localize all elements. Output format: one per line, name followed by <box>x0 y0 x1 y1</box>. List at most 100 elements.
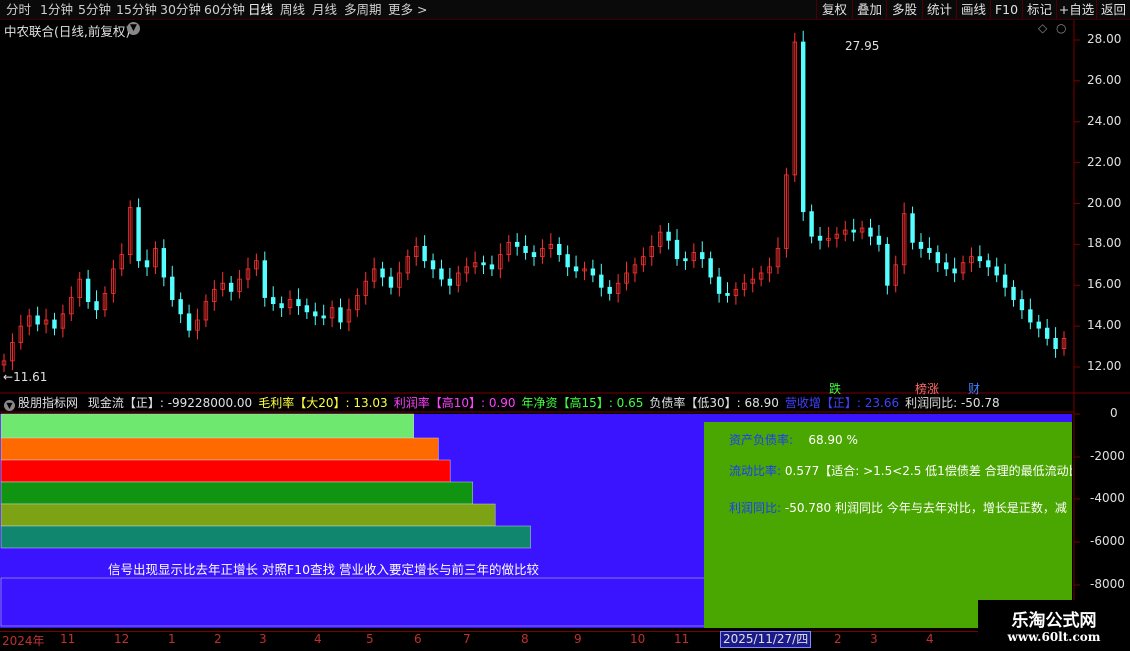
candle-body-66 <box>557 243 562 255</box>
candle-body-40 <box>338 307 343 323</box>
candle-body-125 <box>1053 337 1058 350</box>
chevron-down-icon[interactable]: ▼ <box>127 22 140 35</box>
candle-body-123 <box>1036 321 1041 329</box>
candle-body-32 <box>271 297 276 305</box>
date-tick-11: 9 <box>574 632 582 646</box>
candle-body-86 <box>725 293 730 296</box>
candle-body-83 <box>700 252 705 260</box>
candle-body-58 <box>489 264 495 270</box>
candle-body-101 <box>851 229 856 233</box>
price-tick-1: 26.00 <box>1087 72 1122 87</box>
price-tick-0: 28.00 <box>1087 32 1122 46</box>
candle-body-81 <box>683 258 688 262</box>
logo-title: 乐淘公式网 <box>1011 611 1097 631</box>
candle-body-79 <box>666 231 671 241</box>
current-ratio-key: 流动比率: <box>729 464 782 478</box>
candle-body-11 <box>94 301 99 311</box>
price-tick-3: 22.00 <box>1087 154 1122 169</box>
debt-ratio-key: 资产负债率: <box>729 433 794 447</box>
price-tick-4: 20.00 <box>1087 195 1122 210</box>
indicator-tick-2: -4000 <box>1090 491 1125 505</box>
candle-body-22 <box>186 313 192 331</box>
candle-body-105 <box>885 243 890 286</box>
date-tick-5: 3 <box>259 632 267 646</box>
candle-body-72 <box>607 286 612 294</box>
date-tick-2: 12 <box>114 632 130 646</box>
diamond-icon[interactable]: ◇ <box>1038 21 1047 35</box>
candle-body-122 <box>1028 309 1033 323</box>
candle-body-50 <box>422 246 427 262</box>
info-panel: 资产负债率: 68.90 % 流动比率: 0.577【适合: >1.5<2.5 … <box>704 422 1072 628</box>
debt-ratio-value: 68.90 % <box>808 433 858 447</box>
indicator-item-5: 营收增【正】: 23.66 <box>784 396 900 410</box>
candle-body-120 <box>1011 286 1016 300</box>
candle-body-57 <box>481 262 486 266</box>
candle-body-16 <box>136 207 141 262</box>
candle-body-4 <box>35 315 40 325</box>
candle-body-31 <box>262 260 267 298</box>
low-annotation: ←11.61 <box>3 370 48 384</box>
date-tick-14: 2 <box>834 632 842 646</box>
candle-body-10 <box>85 278 91 302</box>
candle-body-19 <box>161 248 167 278</box>
indicator-tick-4: -8000 <box>1090 577 1125 591</box>
indicator-tick-3: -6000 <box>1090 534 1125 548</box>
candle-body-124 <box>1044 327 1050 339</box>
collapse-icon[interactable]: ▼ <box>4 400 15 411</box>
candle-body-53 <box>447 278 453 286</box>
candle-body-37 <box>313 311 318 317</box>
candle-body-80 <box>674 239 680 260</box>
candle-body-96 <box>809 211 814 237</box>
price-tick-6: 16.00 <box>1087 277 1122 292</box>
candle-body-20 <box>170 276 175 300</box>
indicator-item-2: 利润率【高10】: 0.90 <box>393 396 516 410</box>
candle-body-17 <box>144 260 150 268</box>
date-tick-9: 7 <box>463 632 471 646</box>
date-tick-1: 11 <box>60 632 76 646</box>
watermark-logo: 乐淘公式网 www.60lt.com <box>978 600 1130 650</box>
logo-url: www.60lt.com <box>1007 630 1101 644</box>
date-tick-0: 2024年 <box>2 634 45 648</box>
gear-icon[interactable]: ○ <box>1056 21 1066 35</box>
candle-body-121 <box>1019 299 1025 311</box>
candle-body-112 <box>944 262 949 270</box>
date-cursor: 2025/11/27/四 <box>720 631 812 648</box>
candle-body-118 <box>994 266 999 276</box>
candle-body-119 <box>1002 274 1008 288</box>
price-tick-8: 12.00 <box>1087 359 1122 373</box>
candle-body-71 <box>599 274 604 288</box>
price-tick-7: 14.00 <box>1087 318 1122 333</box>
date-tick-16: 4 <box>926 632 934 646</box>
candle-body-6 <box>52 319 57 329</box>
date-tick-3: 1 <box>168 632 176 646</box>
candle-body-95 <box>801 41 806 213</box>
price-tick-2: 24.00 <box>1087 113 1122 128</box>
candle-body-52 <box>439 268 444 280</box>
candle-body-70 <box>590 268 596 276</box>
date-tick-13: 11 <box>674 632 690 646</box>
candle-body-84 <box>708 258 713 278</box>
indicator-item-0: 现金流【正】: -99228000.00 <box>87 396 253 410</box>
candle-body-111 <box>935 252 941 264</box>
date-tick-15: 3 <box>870 632 878 646</box>
date-tick-8: 6 <box>414 632 422 646</box>
current-ratio-value: 0.577【适合: >1.5<2.5 低1偿债差 合理的最低流动比 <box>784 464 1072 478</box>
indicator-bar-2 <box>0 459 451 483</box>
indicator-tick-0: 0 <box>1110 406 1118 420</box>
high-annotation: 27.95 <box>845 39 880 53</box>
candle-body-85 <box>716 276 722 294</box>
candle-body-62 <box>523 246 528 253</box>
date-tick-7: 5 <box>366 632 374 646</box>
date-tick-10: 8 <box>521 632 529 646</box>
date-tick-12: 10 <box>630 632 646 646</box>
candle-body-63 <box>531 252 537 258</box>
candle-body-109 <box>918 241 924 249</box>
low-value: 11.61 <box>13 370 48 384</box>
candle-body-103 <box>868 227 873 237</box>
price-tick-5: 18.00 <box>1087 236 1122 251</box>
bar-note: 信号出现显示比去年正增长 对照F10查找 营业收入要定增长与前三年的做比较 <box>108 562 540 577</box>
candle-body-36 <box>304 305 310 313</box>
indicator-legend: ▼ 股朋指标网 现金流【正】: -99228000.00 毛利率【大20】: 13.… <box>0 395 1000 411</box>
candle-body-45 <box>380 268 385 278</box>
candle-body-116 <box>977 256 983 262</box>
